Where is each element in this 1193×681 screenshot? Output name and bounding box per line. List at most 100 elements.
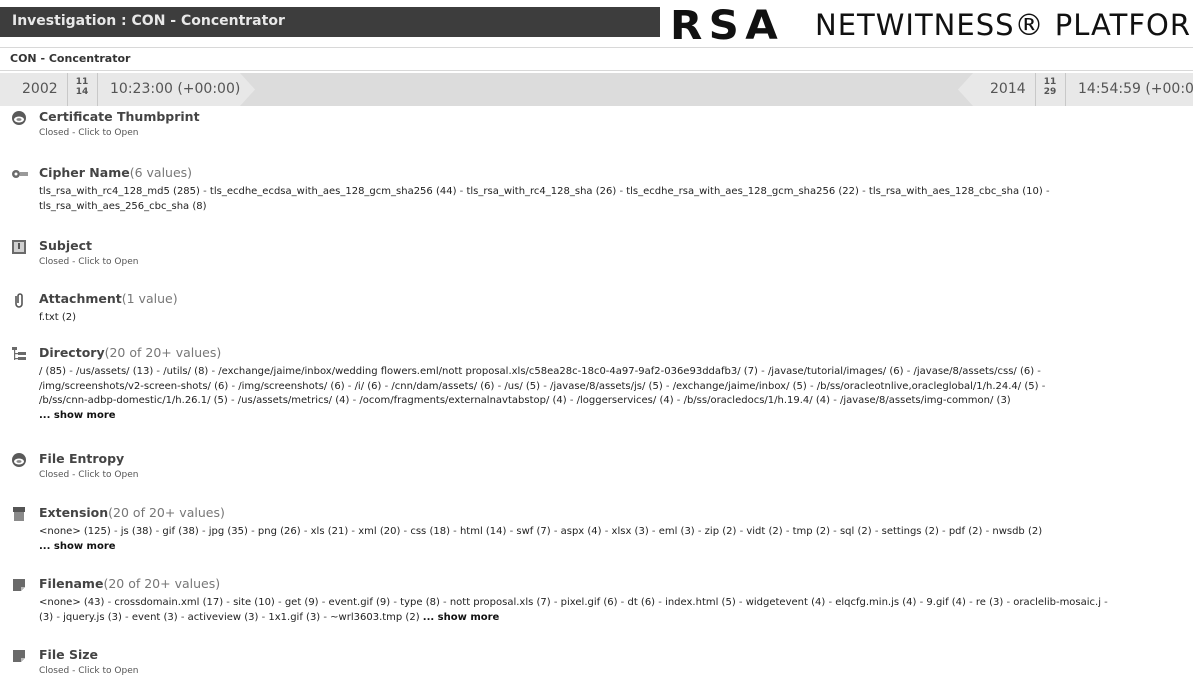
- meta-value-link[interactable]: index.html (5): [665, 597, 736, 608]
- meta-value-link[interactable]: (3): [39, 612, 53, 623]
- time-range-bar[interactable]: 2002 11 14 10:23:00 (+00:00) 2014 11 29 14…: [0, 73, 1193, 106]
- meta-value-link[interactable]: / (85): [39, 366, 66, 377]
- meta-value-link[interactable]: tls_rsa_with_aes_256_cbc_sha (8): [39, 201, 207, 212]
- meta-value-link[interactable]: html (14): [460, 526, 506, 537]
- meta-value-link[interactable]: eml (3): [659, 526, 695, 537]
- meta-value-link[interactable]: /javase/8/assets/js/ (5): [550, 381, 663, 392]
- show-more-link[interactable]: ... show more: [39, 410, 116, 421]
- meta-value-link[interactable]: /javase/tutorial/images/ (6): [768, 366, 904, 377]
- start-month-day[interactable]: 11 14: [73, 77, 91, 97]
- meta-value-link[interactable]: jquery.js (3): [63, 612, 122, 623]
- show-more-link[interactable]: ... show more: [39, 541, 116, 552]
- meta-value-link[interactable]: tls_rsa_with_rc4_128_sha (26): [466, 186, 616, 197]
- meta-key-title[interactable]: File Entropy: [39, 451, 124, 466]
- closed-click-to-open[interactable]: Closed - Click to Open: [39, 666, 138, 676]
- meta-value-link[interactable]: nott proposal.xls (7): [450, 597, 551, 608]
- meta-value-link[interactable]: <none> (43): [39, 597, 104, 608]
- meta-value-link[interactable]: /loggerservices/ (4): [577, 395, 674, 406]
- show-more-link[interactable]: ... show more: [423, 612, 500, 623]
- meta-value-link[interactable]: /exchange/jaime/inbox/wedding flowers.em…: [218, 366, 758, 377]
- meta-value-link[interactable]: activeview (3): [188, 612, 259, 623]
- page-title: Investigation : CON - Concentrator: [12, 13, 285, 29]
- meta-value-link[interactable]: xlsx (3): [612, 526, 649, 537]
- end-month-day[interactable]: 11 29: [1041, 77, 1059, 97]
- meta-value-link[interactable]: /b/ss/cnn-adbp-domestic/1/h.26.1/ (5): [39, 395, 228, 406]
- meta-value-link[interactable]: aspx (4): [561, 526, 602, 537]
- meta-value-link[interactable]: /javase/8/assets/css/ (6): [914, 366, 1035, 377]
- meta-value-link[interactable]: event.gif (9): [329, 597, 391, 608]
- start-year[interactable]: 2002: [22, 81, 58, 97]
- meta-value-link[interactable]: widgetevent (4): [746, 597, 826, 608]
- meta-value-link[interactable]: js (38): [121, 526, 153, 537]
- meta-value-link[interactable]: tls_ecdhe_rsa_with_aes_128_gcm_sha256 (2…: [626, 186, 859, 197]
- meta-value-link[interactable]: pixel.gif (6): [561, 597, 618, 608]
- meta-value-link[interactable]: zip (2): [705, 526, 737, 537]
- value-separator: -: [782, 526, 793, 537]
- meta-value-link[interactable]: get (9): [285, 597, 319, 608]
- meta-value-link[interactable]: /img/screenshots/ (6): [238, 381, 344, 392]
- end-year[interactable]: 2014: [990, 81, 1026, 97]
- meta-value-link[interactable]: settings (2): [882, 526, 939, 537]
- closed-click-to-open[interactable]: Closed - Click to Open: [39, 257, 138, 267]
- meta-value-link[interactable]: oraclelib-mosaic.j: [1013, 597, 1101, 608]
- meta-key-title[interactable]: Extension(20 of 20+ values): [39, 505, 225, 520]
- meta-value-link[interactable]: xls (21): [311, 526, 349, 537]
- meta-value-link[interactable]: /us/assets/ (13): [76, 366, 153, 377]
- meta-key-title[interactable]: Directory(20 of 20+ values): [39, 345, 221, 360]
- meta-value-link[interactable]: tls_rsa_with_aes_128_cbc_sha (10): [869, 186, 1043, 197]
- meta-value-link[interactable]: sql (2): [840, 526, 872, 537]
- meta-value-link[interactable]: /us/assets/metrics/ (4): [238, 395, 350, 406]
- meta-value-link[interactable]: jpg (35): [209, 526, 248, 537]
- meta-key-title[interactable]: Cipher Name(6 values): [39, 165, 192, 180]
- meta-value-link[interactable]: tls_ecdhe_ecdsa_with_aes_128_gcm_sha256 …: [210, 186, 457, 197]
- meta-key-title[interactable]: Certificate Thumbprint: [39, 109, 200, 124]
- meta-value-link[interactable]: type (8): [400, 597, 440, 608]
- meta-value-link[interactable]: png (26): [258, 526, 301, 537]
- meta-key-title[interactable]: Attachment(1 value): [39, 291, 178, 306]
- meta-value-link[interactable]: event (3): [132, 612, 178, 623]
- start-time[interactable]: 10:23:00 (+00:00): [110, 81, 240, 97]
- meta-value-link[interactable]: /exchange/jaime/inbox/ (5): [673, 381, 807, 392]
- meta-values-list: / (85) - /us/assets/ (13) - /utils/ (8) …: [39, 365, 1189, 423]
- meta-value-link[interactable]: dt (6): [627, 597, 655, 608]
- end-time[interactable]: 14:54:59 (+00:00: [1078, 81, 1193, 97]
- meta-value-link[interactable]: xml (20): [358, 526, 400, 537]
- meta-key-label: Directory: [39, 345, 105, 360]
- start-time-selector[interactable]: 2002 11 14 10:23:00 (+00:00): [0, 73, 255, 106]
- meta-value-link[interactable]: 1x1.gif (3): [268, 612, 320, 623]
- meta-value-link[interactable]: pdf (2): [949, 526, 983, 537]
- closed-click-to-open[interactable]: Closed - Click to Open: [39, 470, 138, 480]
- meta-value-link[interactable]: elqcfg.min.js (4): [835, 597, 916, 608]
- meta-value-link[interactable]: css (18): [410, 526, 450, 537]
- meta-value-link[interactable]: f.txt (2): [39, 312, 76, 323]
- meta-value-link[interactable]: /i/ (6): [355, 381, 382, 392]
- meta-value-link[interactable]: swf (7): [516, 526, 550, 537]
- meta-value-link[interactable]: crossdomain.xml (17): [114, 597, 223, 608]
- meta-key-title[interactable]: Filename(20 of 20+ values): [39, 576, 220, 591]
- meta-value-link[interactable]: /us/ (5): [504, 381, 540, 392]
- meta-key-title[interactable]: File Size: [39, 647, 98, 662]
- meta-value-link[interactable]: gif (38): [162, 526, 198, 537]
- meta-key-title[interactable]: Subject: [39, 238, 92, 253]
- meta-value-link[interactable]: tmp (2): [793, 526, 830, 537]
- meta-value-link[interactable]: vidt (2): [746, 526, 782, 537]
- meta-value-link[interactable]: /img/screenshots/v2-screen-shots/ (6): [39, 381, 228, 392]
- meta-value-link[interactable]: <none> (125): [39, 526, 111, 537]
- meta-value-link[interactable]: /cnn/dam/assets/ (6): [391, 381, 494, 392]
- meta-value-link[interactable]: re (3): [976, 597, 1003, 608]
- meta-value-link[interactable]: /b/ss/oracleotnlive,oracleglobal/1/h.24.…: [817, 381, 1039, 392]
- meta-value-link[interactable]: /b/ss/oracledocs/1/h.19.4/ (4): [684, 395, 830, 406]
- meta-value-link[interactable]: /utils/ (8): [163, 366, 208, 377]
- meta-value-link[interactable]: /javase/8/assets/img-common/ (3): [840, 395, 1011, 406]
- end-month: 11: [1043, 77, 1057, 87]
- value-separator: -: [177, 611, 188, 623]
- meta-value-link[interactable]: /ocom/fragments/externalnavtabstop/ (4): [359, 395, 566, 406]
- meta-value-link[interactable]: ~wrl3603.tmp (2): [330, 612, 419, 623]
- meta-value-link[interactable]: nwsdb (2): [992, 526, 1042, 537]
- meta-value-link[interactable]: 9.gif (4): [926, 597, 966, 608]
- meta-value-link[interactable]: site (10): [233, 597, 275, 608]
- meta-value-link[interactable]: tls_rsa_with_rc4_128_md5 (285): [39, 186, 200, 197]
- closed-click-to-open[interactable]: Closed - Click to Open: [39, 128, 138, 138]
- end-time-selector[interactable]: 2014 11 29 14:54:59 (+00:00: [958, 73, 1193, 106]
- breadcrumb-label[interactable]: CON - Concentrator: [10, 52, 130, 65]
